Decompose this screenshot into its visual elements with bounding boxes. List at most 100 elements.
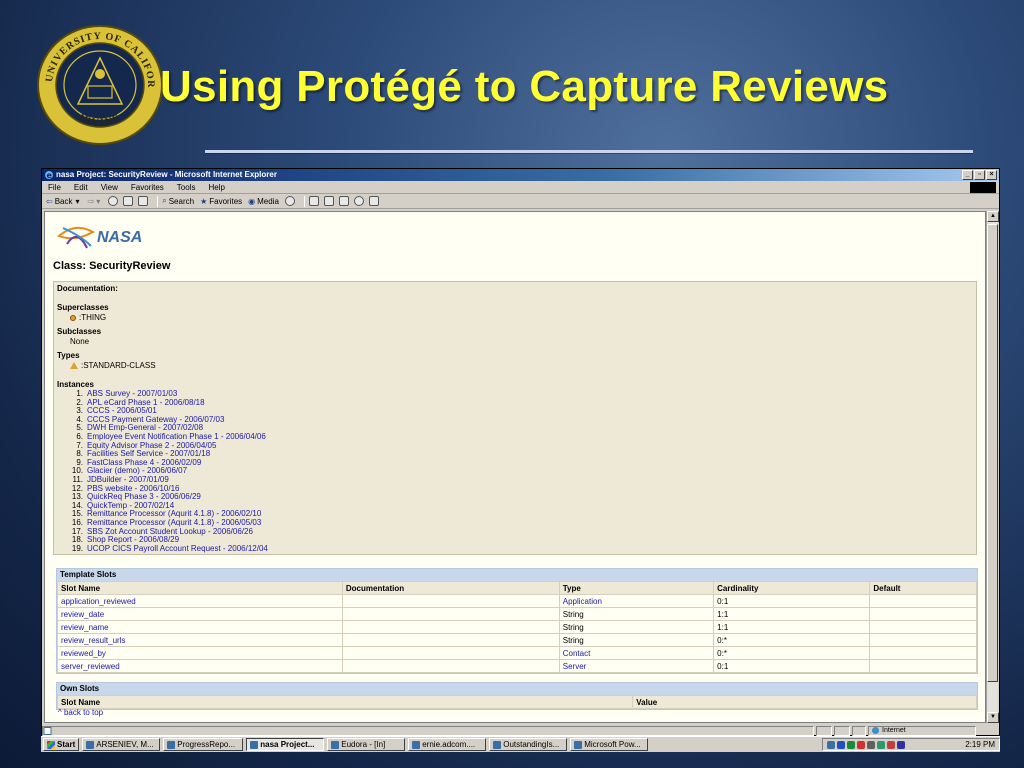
slot-name-link[interactable]: review_date — [61, 610, 104, 619]
slot-cardinality: 1:1 — [717, 622, 729, 632]
back-to-top-link[interactable]: ^ back to top — [58, 708, 103, 717]
volume-icon[interactable] — [867, 740, 875, 749]
taskbar-button[interactable]: ARSENIEV, M... — [82, 738, 161, 751]
table-cell: review_name — [57, 620, 343, 634]
mail-icon[interactable] — [308, 196, 319, 206]
menu-tools[interactable]: Tools — [177, 183, 196, 192]
list-item: 17. SBS Zot Account Student Lookup - 2006… — [57, 527, 973, 537]
refresh-icon[interactable] — [123, 196, 134, 206]
media-button[interactable]: ◉ Media — [248, 197, 279, 206]
start-button[interactable]: Start — [43, 738, 80, 751]
table-row: review_name String 1:1 — [57, 620, 977, 634]
slot-cardinality: 0:* — [717, 635, 727, 645]
maximize-button[interactable]: ▫ — [974, 170, 985, 180]
scroll-up-arrow-icon[interactable]: ▲ — [987, 211, 999, 222]
table-cell: application_reviewed — [57, 594, 343, 608]
close-button[interactable]: × — [986, 170, 997, 180]
edit-icon[interactable] — [338, 196, 349, 206]
app-icon — [412, 740, 421, 749]
table-cell: 0:1 — [713, 659, 871, 673]
taskbar-button[interactable]: nasa Project... — [246, 738, 325, 751]
chevron-down-icon: ▾ — [75, 196, 80, 206]
template-slots-heading: Template Slots — [57, 569, 977, 581]
stop-icon[interactable] — [108, 196, 119, 206]
table-cell: 0:* — [713, 646, 871, 660]
network-icon[interactable] — [827, 740, 835, 749]
list-item: 2. APL eCard Phase 1 - 2006/08/18 — [57, 398, 973, 408]
tray-app-icon[interactable] — [857, 740, 865, 749]
vertical-scrollbar[interactable]: ▲ ▼ — [986, 211, 999, 723]
uc-irvine-seal: THE UNIVERSITY OF CALIFORNIA IRVINE — [36, 24, 163, 145]
column-header: Slot Name — [56, 695, 634, 709]
display-icon[interactable] — [837, 740, 845, 749]
class-icon — [70, 314, 76, 321]
discuss-icon[interactable] — [353, 196, 364, 206]
antivirus-icon[interactable] — [847, 740, 855, 749]
search-icon: ⌕ — [162, 196, 167, 205]
messenger-icon[interactable] — [877, 740, 885, 749]
taskbar-button[interactable]: Microsoft Pow... — [570, 738, 649, 751]
taskbar-button[interactable]: OutstandingIs... — [489, 738, 568, 751]
menu-favorites[interactable]: Favorites — [131, 183, 164, 192]
template-slots-table: Slot Name Documentation Type Cardinality… — [57, 581, 977, 673]
alert-icon[interactable] — [887, 740, 895, 749]
instance-link[interactable]: UCOP CICS Payroll Account Request - 2006… — [87, 544, 268, 554]
scroll-down-arrow-icon[interactable]: ▼ — [987, 712, 999, 723]
shield-icon[interactable] — [897, 740, 905, 749]
print-icon[interactable] — [323, 196, 334, 206]
svg-text:NASA: NASA — [97, 229, 142, 246]
nasa-logo: NASA — [57, 226, 142, 249]
minimize-button[interactable]: _ — [962, 170, 973, 180]
menu-edit[interactable]: Edit — [74, 183, 88, 192]
menu-help[interactable]: Help — [208, 183, 224, 192]
home-icon[interactable] — [138, 196, 149, 206]
taskbar-button[interactable]: ernie.adcom.... — [408, 738, 487, 751]
taskbar-button[interactable]: ProgressRepo... — [163, 738, 244, 751]
slot-type-link[interactable]: Contact — [563, 649, 591, 658]
window-titlebar[interactable]: e nasa Project: SecurityReview - Microso… — [42, 169, 999, 181]
subclass-value: None — [70, 337, 90, 346]
media-icon: ◉ — [248, 196, 256, 206]
table-row: review_date String 1:1 — [57, 607, 977, 621]
list-item: 19. UCOP CICS Payroll Account Request - 2… — [57, 544, 973, 554]
clock[interactable]: 2:19 PM — [965, 740, 995, 749]
favorites-button[interactable]: ★ Favorites — [200, 197, 242, 206]
app-icon — [574, 740, 583, 749]
menu-file[interactable]: File — [48, 183, 61, 192]
history-icon[interactable] — [284, 196, 295, 206]
table-cell — [869, 633, 977, 647]
column-header: Value — [632, 695, 977, 709]
app-icon — [250, 740, 259, 749]
slot-type-link[interactable]: Server — [563, 662, 587, 671]
slot-name-link[interactable]: server_reviewed — [61, 662, 120, 671]
table-cell: String — [558, 633, 715, 647]
scrollbar-thumb[interactable] — [987, 224, 998, 682]
status-cell — [852, 725, 866, 736]
own-slots-table: Slot Name Value — [56, 695, 977, 709]
class-title: Class: SecurityReview — [53, 260, 171, 272]
slot-type-link[interactable]: Application — [563, 597, 602, 606]
back-button[interactable]: ⇦ Back ▾ — [46, 197, 82, 206]
messenger-icon[interactable] — [368, 196, 379, 206]
list-item: 13. QuickReq Phase 3 - 2006/06/29 — [57, 493, 973, 502]
table-cell — [341, 607, 560, 621]
table-row: review_result_urls String 0:* — [57, 633, 977, 647]
template-slots-box: Template Slots Slot Name Documentation T… — [56, 568, 978, 674]
column-header: Documentation — [341, 581, 560, 595]
taskbar-button[interactable]: Eudora - [In] — [327, 738, 406, 751]
table-header-row: Slot Name Documentation Type Cardinality… — [57, 581, 977, 595]
slot-name-link[interactable]: review_result_urls — [61, 636, 125, 645]
search-button[interactable]: ⌕ Search — [162, 196, 194, 206]
slot-name-link[interactable]: application_reviewed — [61, 597, 136, 606]
slide-title: Using Protégé to Capture Reviews — [160, 62, 889, 111]
forward-button[interactable]: ⇨ ▾ — [88, 197, 103, 206]
windows-taskbar: Start ARSENIEV, M... ProgressRepo... nasa … — [41, 736, 1000, 752]
table-cell — [869, 594, 977, 608]
slot-name-link[interactable]: reviewed_by — [61, 649, 106, 658]
taskbar-label: ernie.adcom.... — [422, 740, 476, 749]
slot-name-link[interactable]: review_name — [61, 623, 109, 632]
list-item: 11. JDBuilder - 2007/01/09 — [57, 475, 973, 485]
app-icon — [86, 740, 95, 749]
taskbar-label: ARSENIEV, M... — [96, 740, 154, 749]
menu-view[interactable]: View — [101, 183, 118, 192]
